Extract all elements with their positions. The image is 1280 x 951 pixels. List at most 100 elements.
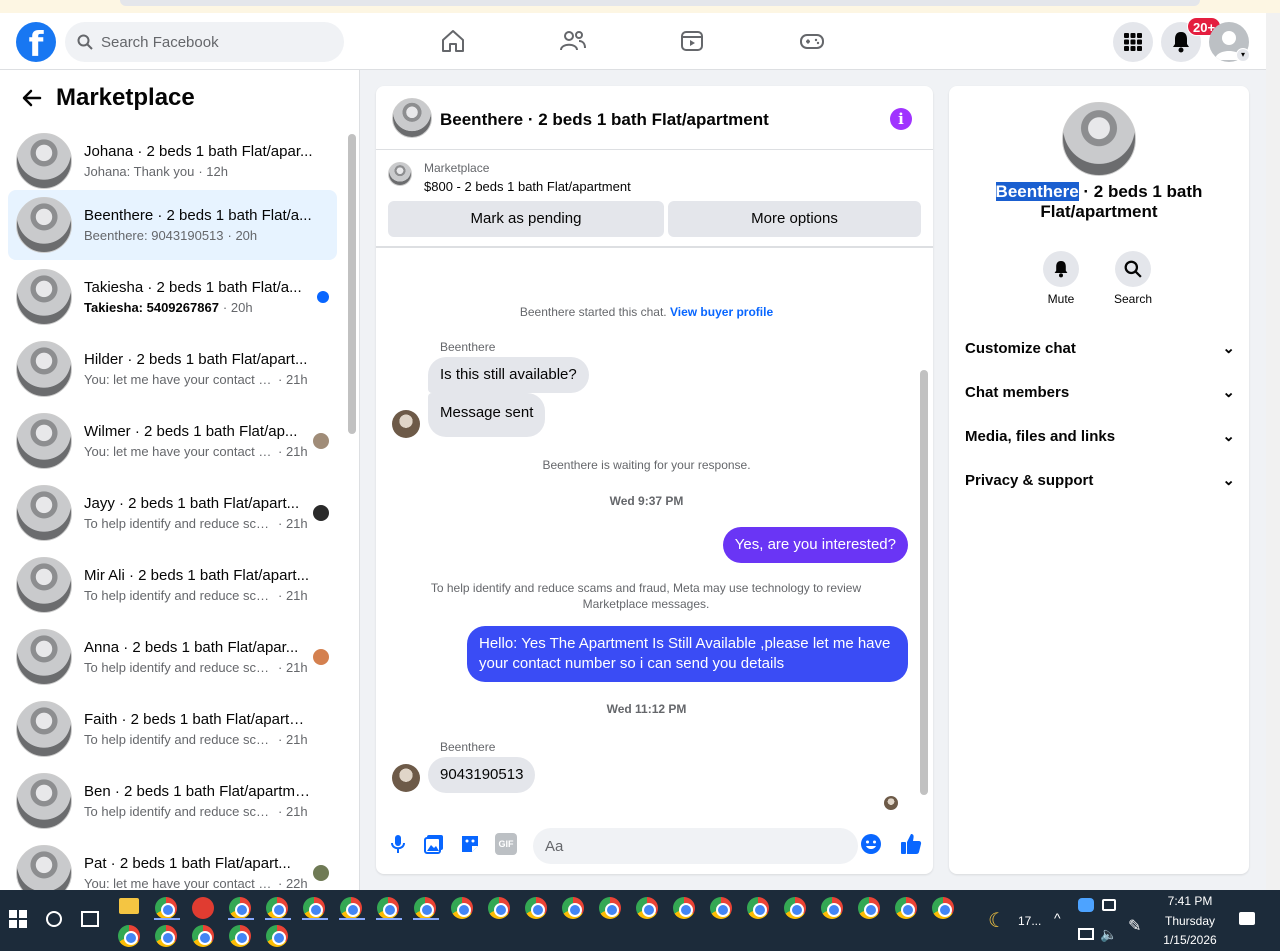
- gif-icon[interactable]: GIF: [495, 833, 517, 855]
- home-icon[interactable]: [435, 23, 471, 59]
- chrome-icon[interactable]: [895, 897, 917, 919]
- outgoing-message[interactable]: Yes, are you interested?: [722, 527, 908, 563]
- chrome-icon[interactable]: [562, 897, 584, 919]
- chat-members-section[interactable]: Chat members ⌄: [965, 380, 1235, 404]
- sticker-icon[interactable]: [459, 833, 481, 855]
- weather-text[interactable]: 17...: [1018, 914, 1041, 928]
- chrome-icon[interactable]: [636, 897, 658, 919]
- chrome-icon[interactable]: [266, 925, 288, 947]
- chrome-icon[interactable]: [192, 925, 214, 947]
- pen-icon[interactable]: ✎: [1128, 916, 1141, 936]
- message-input[interactable]: [533, 828, 858, 864]
- sender-avatar[interactable]: [392, 764, 420, 792]
- conversation-item[interactable]: Anna · 2 beds 1 bath Flat/apar... To hel…: [8, 622, 337, 692]
- sidebar-scrollbar[interactable]: [344, 120, 358, 890]
- chrome-icon[interactable]: [932, 897, 954, 919]
- conversation-item-active[interactable]: Beenthere · 2 beds 1 bath Flat/a... Been…: [8, 190, 337, 260]
- page-scrollbar[interactable]: [1266, 13, 1280, 890]
- conversation-item[interactable]: Wilmer · 2 beds 1 bath Flat/ap... You: l…: [8, 406, 337, 476]
- chevron-up-icon[interactable]: ^: [1054, 910, 1061, 926]
- chrome-icon[interactable]: [747, 897, 769, 919]
- conversation-item[interactable]: Pat · 2 beds 1 bath Flat/apart... You: l…: [8, 838, 337, 890]
- facebook-logo-icon[interactable]: f: [16, 22, 56, 62]
- friends-icon[interactable]: [555, 23, 591, 59]
- conversation-item[interactable]: Mir Ali · 2 beds 1 bath Flat/apart... To…: [8, 550, 337, 620]
- chrome-icon[interactable]: [488, 897, 510, 919]
- conversation-item[interactable]: Takiesha · 2 beds 1 bath Flat/a... Takie…: [8, 262, 337, 332]
- volume-icon[interactable]: 🔈: [1100, 926, 1117, 943]
- chrome-icon[interactable]: [710, 897, 732, 919]
- clock-day[interactable]: Thursday: [1158, 914, 1222, 928]
- chrome-icon[interactable]: [525, 897, 547, 919]
- chrome-icon[interactable]: [118, 925, 140, 947]
- sender-avatar[interactable]: [392, 410, 420, 438]
- back-arrow-icon[interactable]: [20, 86, 44, 110]
- conversation-item[interactable]: Jayy · 2 beds 1 bath Flat/apart... To he…: [8, 478, 337, 548]
- info-icon[interactable]: i: [890, 108, 912, 130]
- more-options-button[interactable]: More options: [668, 201, 921, 237]
- microphone-icon[interactable]: [387, 833, 409, 855]
- conversation-item[interactable]: Johana · 2 beds 1 bath Flat/apar... Joha…: [8, 126, 337, 196]
- chrome-icon[interactable]: [784, 897, 806, 919]
- chrome-icon[interactable]: [858, 897, 880, 919]
- photo-icon[interactable]: [423, 833, 445, 855]
- network-icon[interactable]: [1078, 928, 1094, 940]
- chrome-icon[interactable]: [229, 897, 251, 919]
- customize-chat-section[interactable]: Customize chat ⌄: [965, 336, 1235, 360]
- search-box[interactable]: [65, 22, 344, 62]
- thumbs-up-icon[interactable]: [899, 832, 923, 856]
- media-files-links-section[interactable]: Media, files and links ⌄: [965, 424, 1235, 448]
- onedrive-icon[interactable]: [1078, 898, 1094, 912]
- clock-date[interactable]: 1/15/2026: [1158, 933, 1222, 947]
- conversation-title: Pat · 2 beds 1 bath Flat/apart...: [84, 855, 291, 872]
- chrome-icon[interactable]: [377, 897, 399, 919]
- chat-title[interactable]: Beenthere · 2 beds 1 bath Flat/apartment: [440, 110, 769, 130]
- view-buyer-profile-link[interactable]: View buyer profile: [670, 305, 773, 319]
- mark-as-pending-button[interactable]: Mark as pending: [388, 201, 664, 237]
- chevron-down-icon[interactable]: ▾: [1236, 48, 1250, 62]
- file-explorer-icon[interactable]: [119, 898, 139, 914]
- listing-thumbnail[interactable]: [392, 98, 432, 138]
- listing-thumbnail[interactable]: [1062, 102, 1136, 176]
- conversation-item[interactable]: Hilder · 2 beds 1 bath Flat/apart... You…: [8, 334, 337, 404]
- search-taskbar-icon[interactable]: [46, 911, 62, 927]
- chrome-icon[interactable]: [266, 897, 288, 919]
- search-input[interactable]: [101, 33, 321, 51]
- chrome-icon[interactable]: [340, 897, 362, 919]
- chrome-icon[interactable]: [155, 925, 177, 947]
- chrome-icon[interactable]: [155, 897, 177, 919]
- chrome-icon[interactable]: [451, 897, 473, 919]
- conversation-item[interactable]: Ben · 2 beds 1 bath Flat/apartme... To h…: [8, 766, 337, 836]
- task-view-icon[interactable]: [81, 911, 99, 927]
- privacy-support-section[interactable]: Privacy & support ⌄: [965, 468, 1235, 492]
- clock-time[interactable]: 7:41 PM: [1158, 894, 1222, 908]
- chrome-icon[interactable]: [414, 897, 436, 919]
- listing-thumbnail: [16, 133, 72, 189]
- chrome-icon[interactable]: [229, 925, 251, 947]
- mute-button[interactable]: Mute: [1031, 251, 1091, 306]
- conversation-sidebar: Marketplace Johana · 2 beds 1 bath Flat/…: [0, 70, 360, 890]
- section-label: Customize chat: [965, 339, 1076, 357]
- listing-thumbnail[interactable]: [388, 162, 412, 186]
- incoming-message[interactable]: Is this still available?: [428, 357, 589, 393]
- weather-moon-icon[interactable]: ☾: [988, 908, 1006, 933]
- menu-grid-icon[interactable]: [1113, 22, 1153, 62]
- message-scrollbar[interactable]: [917, 250, 931, 810]
- app-icon[interactable]: [192, 897, 214, 919]
- chrome-icon[interactable]: [673, 897, 695, 919]
- video-icon[interactable]: [674, 23, 710, 59]
- chrome-icon[interactable]: [599, 897, 621, 919]
- meet-now-icon[interactable]: [1102, 899, 1116, 911]
- gaming-icon[interactable]: [794, 23, 830, 59]
- incoming-message[interactable]: 9043190513: [428, 757, 536, 793]
- search-button[interactable]: Search: [1103, 251, 1163, 306]
- emoji-icon[interactable]: [860, 833, 882, 855]
- notification-center-icon[interactable]: [1239, 912, 1255, 925]
- incoming-message[interactable]: Message sent: [428, 393, 546, 437]
- outgoing-message[interactable]: Hello: Yes The Apartment Is Still Availa…: [467, 626, 908, 682]
- chrome-icon[interactable]: [821, 897, 843, 919]
- chrome-icon[interactable]: [303, 897, 325, 919]
- conversation-item[interactable]: Faith · 2 beds 1 bath Flat/apartm... To …: [8, 694, 337, 764]
- windows-start-icon[interactable]: [9, 910, 27, 933]
- listing-description[interactable]: $800 - 2 beds 1 bath Flat/apartment: [424, 179, 631, 194]
